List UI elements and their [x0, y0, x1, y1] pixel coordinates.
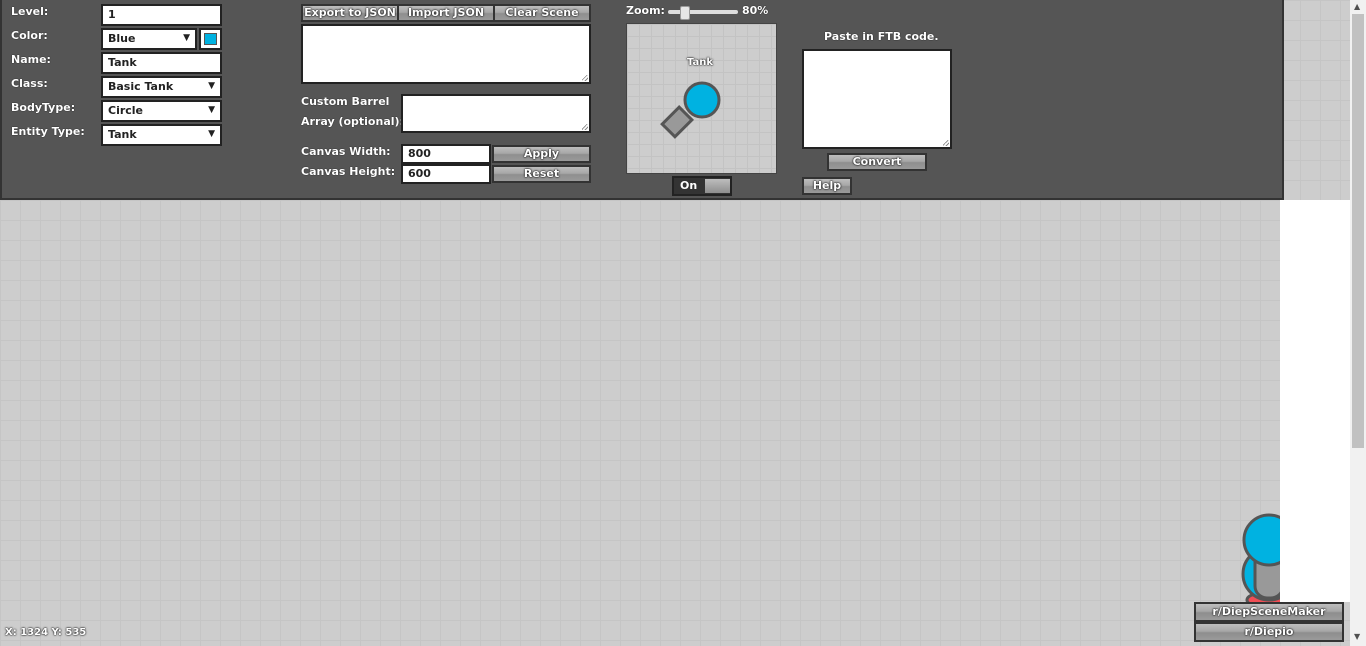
cursor-coordinates: X: 1324 Y: 535: [5, 627, 87, 638]
entity-type-label: Entity Type:: [11, 125, 85, 138]
preview-toggle-knob: [705, 179, 730, 193]
scroll-up-arrow-icon[interactable]: ▲: [1354, 2, 1360, 11]
json-textarea[interactable]: [301, 24, 591, 84]
level-label: Level:: [11, 5, 49, 18]
color-swatch: [204, 33, 217, 45]
barrel-label-line1: Custom Barrel: [301, 95, 390, 108]
scroll-down-arrow-icon[interactable]: ▼: [1354, 632, 1360, 641]
zoom-slider[interactable]: [668, 6, 738, 20]
name-label: Name:: [11, 53, 51, 66]
preview-toggle-label: On: [680, 179, 698, 192]
zoom-slider-thumb[interactable]: [680, 6, 690, 20]
preview-tank-body: [683, 81, 721, 119]
zoom-slider-track: [668, 10, 738, 14]
scrollbar-thumb[interactable]: [1352, 14, 1364, 448]
control-panel: Level: 1 Color: Blue ▼ Name: Tank Class:…: [0, 0, 1284, 200]
bodytype-select-value: Circle: [108, 104, 144, 117]
level-input[interactable]: 1: [101, 4, 222, 26]
chevron-down-icon: ▼: [208, 105, 215, 115]
canvas-width-label: Canvas Width:: [301, 145, 391, 158]
chevron-down-icon: ▼: [183, 33, 190, 43]
barrel-array-textarea[interactable]: [401, 94, 591, 133]
import-json-button[interactable]: Import JSON: [397, 4, 495, 22]
chevron-down-icon: ▼: [208, 129, 215, 139]
class-select[interactable]: Basic Tank ▼: [101, 76, 222, 98]
color-label: Color:: [11, 29, 48, 42]
page-margin: [1280, 200, 1350, 602]
reset-button[interactable]: Reset: [492, 165, 591, 183]
vertical-scrollbar[interactable]: ▲ ▼: [1350, 0, 1366, 646]
convert-button[interactable]: Convert: [827, 153, 927, 171]
canvas-height-label: Canvas Height:: [301, 165, 396, 178]
entity-type-select-value: Tank: [108, 128, 137, 141]
ftb-title: Paste in FTB code.: [824, 30, 939, 43]
preview-toggle[interactable]: On: [672, 176, 732, 196]
color-select[interactable]: Blue ▼: [101, 28, 197, 50]
chevron-down-icon: ▼: [208, 81, 215, 91]
color-swatch-button[interactable]: [199, 28, 222, 50]
diepscenemaker-link[interactable]: r/DiepSceneMaker: [1194, 602, 1344, 622]
ftb-textarea[interactable]: [802, 49, 952, 149]
diepio-link[interactable]: r/Diepio: [1194, 622, 1344, 642]
canvas-width-input[interactable]: 800: [401, 144, 491, 164]
barrel-label-line2: Array (optional):: [301, 115, 404, 128]
bodytype-select[interactable]: Circle ▼: [101, 100, 222, 122]
canvas-height-input[interactable]: 600: [401, 164, 491, 184]
clear-scene-button[interactable]: Clear Scene: [493, 4, 591, 22]
export-json-button[interactable]: Export to JSON: [301, 4, 399, 22]
apply-button[interactable]: Apply: [492, 145, 591, 163]
preview-canvas: Tank: [626, 23, 777, 174]
color-select-value: Blue: [108, 32, 136, 45]
entity-type-select[interactable]: Tank ▼: [101, 124, 222, 146]
class-select-value: Basic Tank: [108, 80, 174, 93]
preview-tank: [660, 81, 721, 139]
bodytype-label: BodyType:: [11, 101, 76, 114]
name-input[interactable]: Tank: [101, 52, 222, 74]
help-button[interactable]: Help: [802, 177, 852, 195]
zoom-label: Zoom:: [626, 4, 665, 17]
class-label: Class:: [11, 77, 48, 90]
preview-tank-barrel: [660, 104, 695, 139]
zoom-value: 80%: [742, 4, 769, 17]
